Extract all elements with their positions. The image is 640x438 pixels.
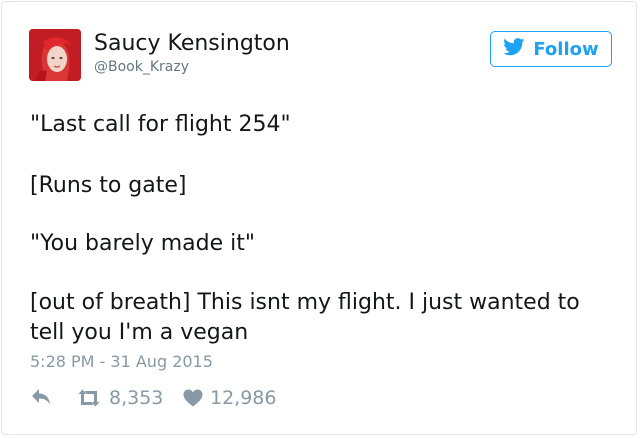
tweet-line: [out of breath] This isnt my flight. I j… <box>30 290 580 315</box>
follow-button-label: Follow <box>533 38 599 60</box>
author-display-name[interactable]: Saucy Kensington <box>94 31 290 56</box>
like-action[interactable]: 12,986 <box>183 387 276 409</box>
tweet-card: Saucy Kensington @Book_Krazy Follow "Las… <box>1 1 637 435</box>
retweet-icon <box>76 389 102 407</box>
retweet-count: 8,353 <box>109 387 164 409</box>
tweet-line: tell you I'm a vegan <box>30 320 249 345</box>
like-count: 12,986 <box>210 387 277 409</box>
heart-icon <box>183 389 203 407</box>
avatar[interactable] <box>29 29 81 81</box>
reply-action[interactable] <box>30 387 52 405</box>
twitter-bird-icon <box>503 37 525 61</box>
tweet-line: [Runs to gate] <box>30 173 187 198</box>
follow-button[interactable]: Follow <box>490 31 612 67</box>
retweet-action[interactable]: 8,353 <box>76 387 163 409</box>
avatar-image <box>29 29 81 81</box>
tweet-timestamp[interactable]: 5:28 PM - 31 Aug 2015 <box>30 352 213 371</box>
tweet-line: "Last call for flight 254" <box>30 112 291 137</box>
tweet-line: "You barely made it" <box>30 231 255 256</box>
reply-icon <box>30 387 52 405</box>
author-handle[interactable]: @Book_Krazy <box>94 59 189 75</box>
